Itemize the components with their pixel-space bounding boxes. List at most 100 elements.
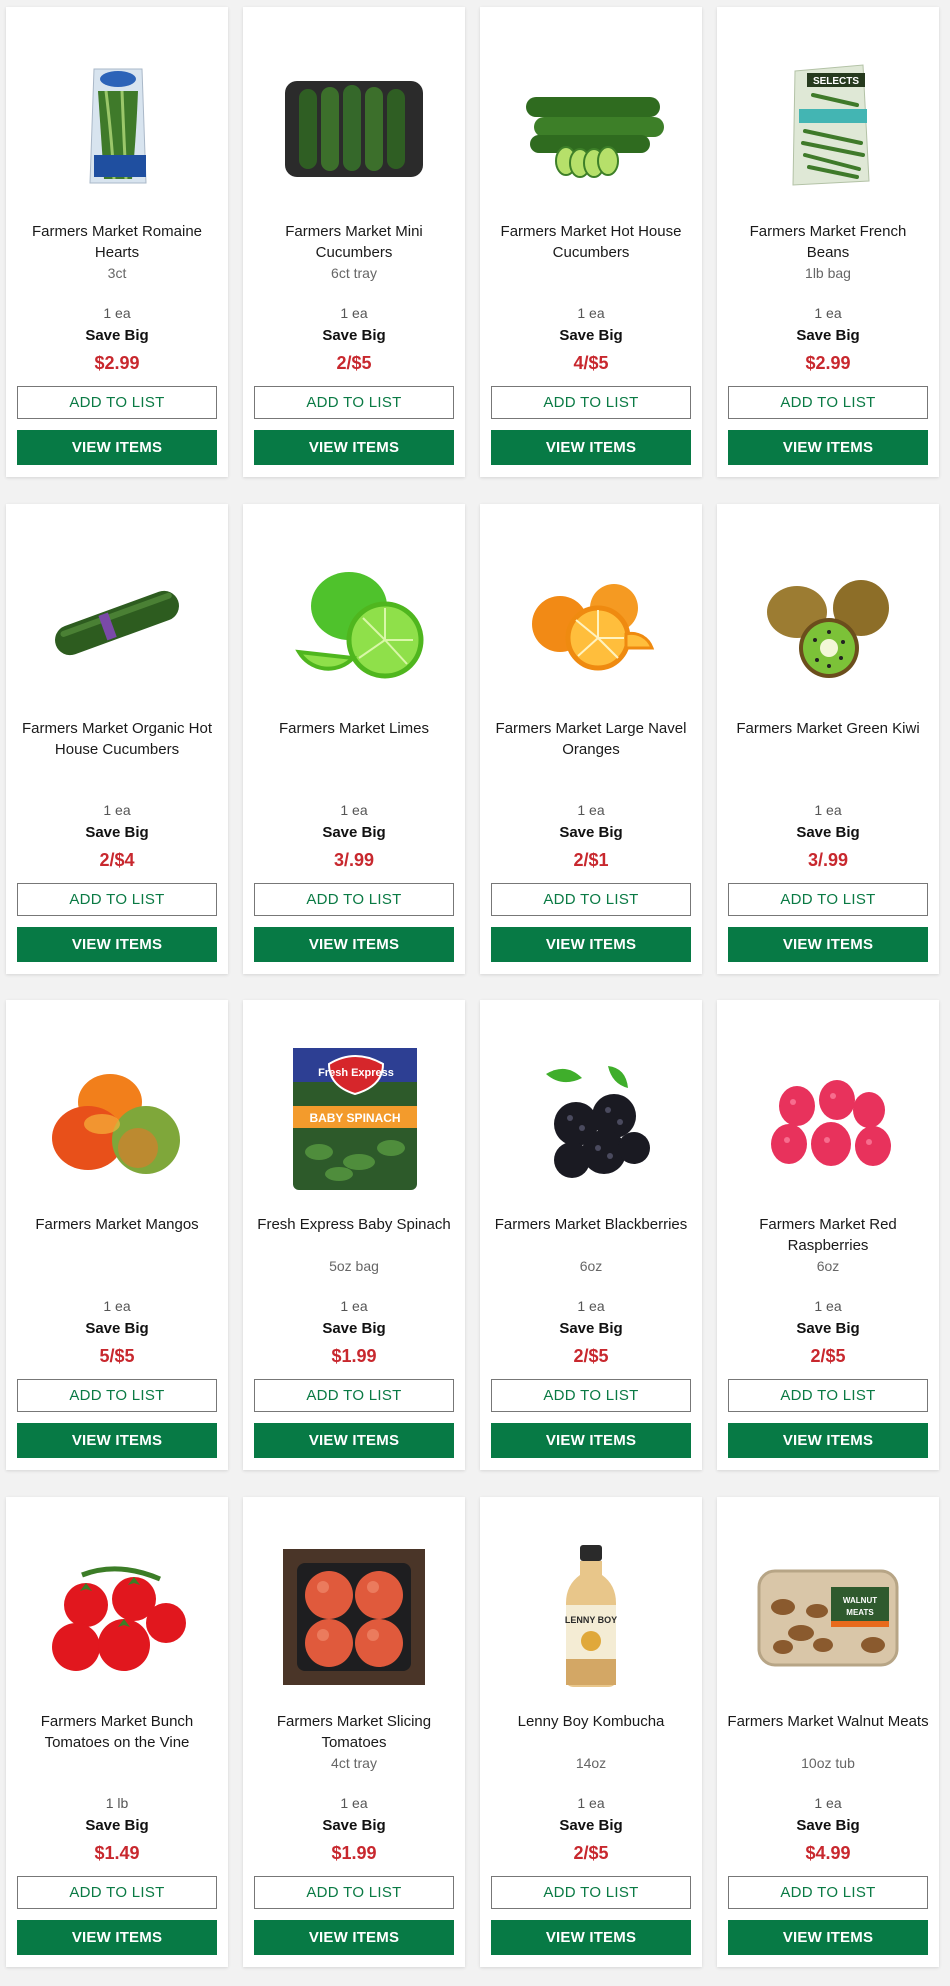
product-size: 5oz bag xyxy=(329,1258,379,1274)
product-price: $2.99 xyxy=(94,353,140,373)
view-items-button[interactable]: VIEW ITEMS xyxy=(254,1920,454,1955)
product-name[interactable]: Farmers Market French Beans xyxy=(727,221,929,263)
view-items-button[interactable]: VIEW ITEMS xyxy=(728,927,928,962)
mangos-image[interactable] xyxy=(42,1044,192,1194)
product-card: Fresh Express BABY SPINACH Fresh Express… xyxy=(243,1000,465,1470)
product-unit: 1 ea xyxy=(340,1795,368,1811)
slicing-tomatoes-image[interactable] xyxy=(279,1541,429,1691)
add-to-list-button[interactable]: ADD TO LIST xyxy=(728,1876,928,1909)
add-to-list-button[interactable]: ADD TO LIST xyxy=(491,386,691,419)
view-items-button[interactable]: VIEW ITEMS xyxy=(254,927,454,962)
add-to-list-button[interactable]: ADD TO LIST xyxy=(17,1379,217,1412)
add-to-list-button[interactable]: ADD TO LIST xyxy=(17,386,217,419)
product-card: WALNUT MEATS Farmers Market Walnut Meats… xyxy=(717,1497,939,1967)
add-to-list-button[interactable]: ADD TO LIST xyxy=(728,883,928,916)
product-price: $1.99 xyxy=(331,1346,377,1366)
product-size: 6oz xyxy=(579,1258,603,1274)
hot-house-cucumbers-image[interactable] xyxy=(516,51,666,201)
product-name[interactable]: Farmers Market Large Navel Oranges xyxy=(490,718,692,760)
view-items-button[interactable]: VIEW ITEMS xyxy=(17,430,217,465)
add-to-list-button[interactable]: ADD TO LIST xyxy=(17,883,217,916)
product-name[interactable]: Farmers Market Red Raspberries xyxy=(727,1214,929,1256)
product-unit: 1 ea xyxy=(814,1298,842,1314)
view-items-button[interactable]: VIEW ITEMS xyxy=(17,927,217,962)
organic-cucumber-image[interactable] xyxy=(42,548,192,698)
spinach-banner-text: BABY SPINACH xyxy=(309,1111,400,1125)
mini-cucumbers-image[interactable] xyxy=(279,51,429,201)
product-price: 4/$5 xyxy=(573,353,609,373)
product-price: $1.99 xyxy=(331,1843,377,1863)
promo-label: Save Big xyxy=(322,327,386,344)
product-price: $2.99 xyxy=(805,353,851,373)
baby-spinach-image[interactable]: Fresh Express BABY SPINACH xyxy=(279,1044,429,1194)
view-items-button[interactable]: VIEW ITEMS xyxy=(491,430,691,465)
product-name[interactable]: Farmers Market Mangos xyxy=(16,1214,218,1235)
product-unit: 1 ea xyxy=(577,305,605,321)
product-name[interactable]: Farmers Market Romaine Hearts xyxy=(16,221,218,263)
french-beans-image[interactable]: SELECTS xyxy=(753,51,903,201)
add-to-list-button[interactable]: ADD TO LIST xyxy=(491,1379,691,1412)
promo-label: Save Big xyxy=(559,327,623,344)
product-name[interactable]: Lenny Boy Kombucha xyxy=(490,1711,692,1732)
add-to-list-button[interactable]: ADD TO LIST xyxy=(17,1876,217,1909)
product-size: 6ct tray xyxy=(331,265,377,281)
walnut-meats-image[interactable]: WALNUT MEATS xyxy=(753,1541,903,1691)
add-to-list-button[interactable]: ADD TO LIST xyxy=(728,386,928,419)
product-card: Farmers Market Slicing Tomatoes 4ct tray 1… xyxy=(243,1497,465,1967)
add-to-list-button[interactable]: ADD TO LIST xyxy=(254,1379,454,1412)
product-name[interactable]: Farmers Market Blackberries xyxy=(490,1214,692,1235)
view-items-button[interactable]: VIEW ITEMS xyxy=(491,1423,691,1458)
add-to-list-button[interactable]: ADD TO LIST xyxy=(491,1876,691,1909)
kombucha-bottle-image[interactable]: LENNY BOY xyxy=(516,1541,666,1691)
vine-tomatoes-image[interactable] xyxy=(42,1541,192,1691)
view-items-button[interactable]: VIEW ITEMS xyxy=(17,1920,217,1955)
limes-image[interactable] xyxy=(279,548,429,698)
view-items-button[interactable]: VIEW ITEMS xyxy=(728,430,928,465)
view-items-button[interactable]: VIEW ITEMS xyxy=(254,1423,454,1458)
add-to-list-button[interactable]: ADD TO LIST xyxy=(491,883,691,916)
product-name[interactable]: Farmers Market Slicing Tomatoes xyxy=(253,1711,455,1753)
promo-label: Save Big xyxy=(559,1320,623,1337)
promo-label: Save Big xyxy=(85,824,149,841)
blackberries-image[interactable] xyxy=(516,1044,666,1194)
product-name[interactable]: Farmers Market Bunch Tomatoes on the Vin… xyxy=(16,1711,218,1753)
promo-label: Save Big xyxy=(796,824,860,841)
product-card: SELECTS Farmers Market French Beans 1lb b… xyxy=(717,7,939,477)
product-name[interactable]: Fresh Express Baby Spinach xyxy=(253,1214,455,1235)
product-price: $4.99 xyxy=(805,1843,851,1863)
promo-label: Save Big xyxy=(559,1817,623,1834)
view-items-button[interactable]: VIEW ITEMS xyxy=(728,1423,928,1458)
product-card: Farmers Market Hot House Cucumbers 1 ea Sa… xyxy=(480,7,702,477)
promo-label: Save Big xyxy=(85,1817,149,1834)
add-to-list-button[interactable]: ADD TO LIST xyxy=(728,1379,928,1412)
navel-oranges-image[interactable] xyxy=(516,548,666,698)
product-name[interactable]: Farmers Market Limes xyxy=(253,718,455,739)
product-name[interactable]: Farmers Market Hot House Cucumbers xyxy=(490,221,692,263)
product-grid: Farmers Market Romaine Hearts 3ct 1 ea Save… xyxy=(0,0,950,1986)
product-unit: 1 ea xyxy=(577,1795,605,1811)
add-to-list-button[interactable]: ADD TO LIST xyxy=(254,386,454,419)
add-to-list-button[interactable]: ADD TO LIST xyxy=(254,883,454,916)
product-name[interactable]: Farmers Market Green Kiwi xyxy=(727,718,929,739)
promo-label: Save Big xyxy=(322,824,386,841)
product-unit: 1 ea xyxy=(814,1795,842,1811)
product-name[interactable]: Farmers Market Mini Cucumbers xyxy=(253,221,455,263)
view-items-button[interactable]: VIEW ITEMS xyxy=(491,927,691,962)
product-price: 2/$5 xyxy=(573,1346,609,1366)
add-to-list-button[interactable]: ADD TO LIST xyxy=(254,1876,454,1909)
view-items-button[interactable]: VIEW ITEMS xyxy=(17,1423,217,1458)
product-name[interactable]: Farmers Market Organic Hot House Cucumbe… xyxy=(16,718,218,760)
promo-label: Save Big xyxy=(322,1320,386,1337)
product-name[interactable]: Farmers Market Walnut Meats xyxy=(727,1711,929,1732)
view-items-button[interactable]: VIEW ITEMS xyxy=(491,1920,691,1955)
product-unit: 1 ea xyxy=(103,1298,131,1314)
product-card: Farmers Market Mini Cucumbers 6ct tray 1 e… xyxy=(243,7,465,477)
product-card: Farmers Market Organic Hot House Cucumbe… xyxy=(6,504,228,974)
view-items-button[interactable]: VIEW ITEMS xyxy=(728,1920,928,1955)
walnut-label-line2: MEATS xyxy=(846,1608,874,1617)
raspberries-image[interactable] xyxy=(753,1044,903,1194)
romaine-hearts-image[interactable] xyxy=(42,51,192,201)
green-kiwi-image[interactable] xyxy=(753,548,903,698)
view-items-button[interactable]: VIEW ITEMS xyxy=(254,430,454,465)
svg-text:SELECTS: SELECTS xyxy=(813,76,859,87)
